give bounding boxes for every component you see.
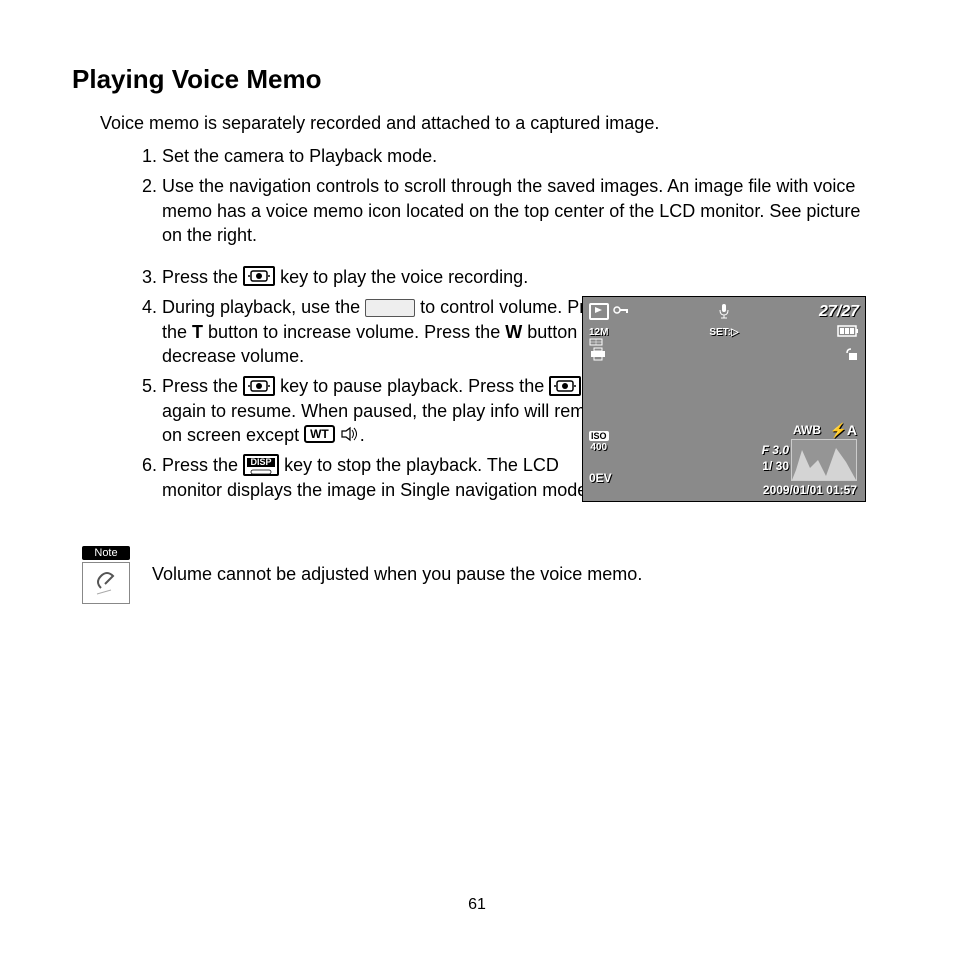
note-label: Note	[82, 546, 130, 560]
play-key-icon	[243, 376, 275, 396]
image-counter: 27/27	[819, 303, 859, 321]
flash-indicator: ⚡A	[829, 422, 857, 439]
note-block: Note Volume cannot be adjusted when you …	[82, 546, 882, 604]
ev-indicator: 0EV	[589, 471, 612, 485]
microphone-icon	[718, 303, 730, 322]
datetime-stamp: 2009/01/01 01:57	[763, 483, 857, 497]
step-6: Press the DISP key to stop the playback.…	[162, 453, 622, 502]
printer-icon	[589, 347, 607, 364]
speaker-icon	[340, 426, 360, 442]
lcd-preview: 27/27 12M SET:▷ ISO 400 0EV AWB ⚡A F 3.0…	[582, 296, 866, 502]
step-1: Set the camera to Playback mode.	[162, 144, 882, 168]
step-4: During playback, use the to control volu…	[162, 295, 622, 368]
playback-mode-icon	[589, 303, 609, 320]
zoom-control-icon	[365, 299, 415, 317]
play-key-icon	[549, 376, 581, 396]
unlock-icon	[841, 347, 859, 364]
set-indicator: SET:▷	[709, 327, 738, 338]
shutter-value: 1/ 30	[762, 459, 789, 473]
key-icon	[613, 305, 629, 318]
aperture-value: F 3.0	[762, 443, 789, 457]
step-5: Press the key to pause playback. Press t…	[162, 374, 622, 447]
disp-key-icon: DISP	[243, 454, 279, 476]
iso-indicator: ISO 400	[589, 431, 609, 453]
paperclip-icon	[82, 562, 130, 604]
step-2: Use the navigation controls to scroll th…	[162, 174, 882, 247]
wt-icon: WT	[304, 425, 335, 443]
battery-icon	[837, 325, 859, 340]
resolution-badge: 12M	[589, 327, 608, 346]
play-key-icon	[243, 266, 275, 286]
histogram-icon	[791, 439, 857, 481]
page-title: Playing Voice Memo	[72, 64, 882, 95]
page-number: 61	[468, 896, 486, 914]
intro-text: Voice memo is separately recorded and at…	[100, 113, 882, 134]
note-text: Volume cannot be adjusted when you pause…	[152, 564, 642, 585]
step-3: Press the key to play the voice recordin…	[162, 265, 882, 289]
awb-indicator: AWB	[793, 423, 821, 437]
